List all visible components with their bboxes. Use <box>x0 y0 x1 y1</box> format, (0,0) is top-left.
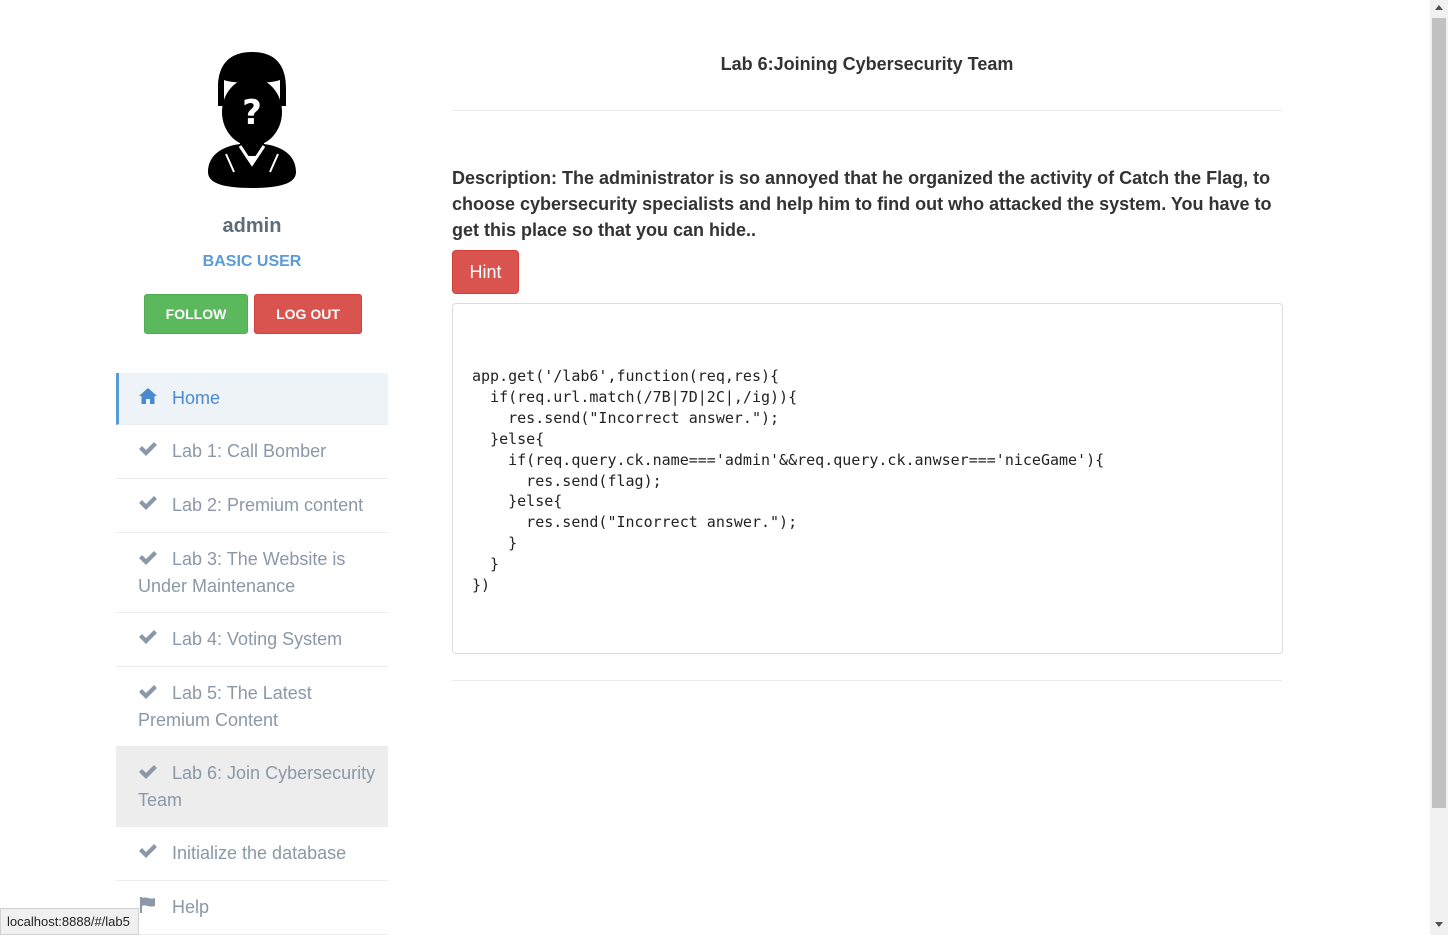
check-icon <box>138 761 158 787</box>
sidebar-item-label: Help <box>172 897 210 917</box>
check-icon <box>138 629 158 650</box>
hint-button[interactable]: Hint <box>452 250 519 294</box>
check-icon <box>138 843 158 864</box>
scrollbar-thumb[interactable] <box>1432 18 1446 808</box>
sidebar-item-label: Initialize the database <box>172 843 347 863</box>
lab-description: Description: The administrator is so ann… <box>452 168 1272 240</box>
home-icon <box>138 387 158 410</box>
divider <box>452 680 1282 681</box>
sidebar-item-label: Lab 3: The Website is Under Maintenance <box>138 549 346 597</box>
follow-button[interactable]: FOLLOW <box>144 294 248 334</box>
username: admin <box>222 215 282 237</box>
sidebar-item-init-db[interactable]: Initialize the database <box>116 827 388 881</box>
unknown-user-icon: ? <box>208 52 296 188</box>
divider <box>452 110 1282 111</box>
sidebar-item-lab5[interactable]: Lab 5: The Latest Premium Content <box>116 667 388 747</box>
sidebar: ? admin BASIC USER FOLLOW LOG OUT Home L… <box>116 0 388 935</box>
scroll-up-arrow-icon[interactable] <box>1435 5 1443 10</box>
sidebar-item-lab1[interactable]: Lab 1: Call Bomber <box>116 425 388 479</box>
check-icon <box>138 495 158 516</box>
sidebar-item-lab6[interactable]: Lab 6: Join Cybersecurity Team <box>116 747 388 827</box>
sidebar-item-home[interactable]: Home <box>116 373 388 425</box>
sidebar-item-label: Home <box>172 388 221 408</box>
svg-text:?: ? <box>242 93 262 133</box>
check-icon <box>138 681 158 707</box>
source-code: app.get('/lab6',function(req,res){ if(re… <box>472 367 1105 595</box>
sidebar-nav: Home Lab 1: Call Bomber Lab 2: Premium c… <box>116 373 388 935</box>
page-title: Lab 6:Joining Cybersecurity Team <box>720 54 1014 74</box>
check-icon <box>138 547 158 573</box>
sidebar-item-label: Lab 4: Voting System <box>172 629 343 649</box>
code-panel: app.get('/lab6',function(req,res){ if(re… <box>452 303 1283 654</box>
logout-button[interactable]: LOG OUT <box>254 294 362 334</box>
browser-status-url: localhost:8888/#/lab5 <box>0 908 139 935</box>
scroll-down-arrow-icon[interactable] <box>1435 922 1443 927</box>
user-role: BASIC USER <box>202 253 302 270</box>
sidebar-item-label: Lab 1: Call Bomber <box>172 441 327 461</box>
sidebar-item-lab3[interactable]: Lab 3: The Website is Under Maintenance <box>116 533 388 613</box>
sidebar-item-lab2[interactable]: Lab 2: Premium content <box>116 479 388 533</box>
sidebar-item-label: Lab 5: The Latest Premium Content <box>138 683 312 731</box>
flag-icon <box>138 896 158 919</box>
sidebar-item-label: Lab 2: Premium content <box>172 495 364 515</box>
check-icon <box>138 441 158 462</box>
sidebar-item-label: Lab 6: Join Cybersecurity Team <box>138 763 376 811</box>
vertical-scrollbar[interactable] <box>1430 0 1448 935</box>
sidebar-item-help[interactable]: Help <box>116 881 388 935</box>
sidebar-item-lab4[interactable]: Lab 4: Voting System <box>116 613 388 667</box>
